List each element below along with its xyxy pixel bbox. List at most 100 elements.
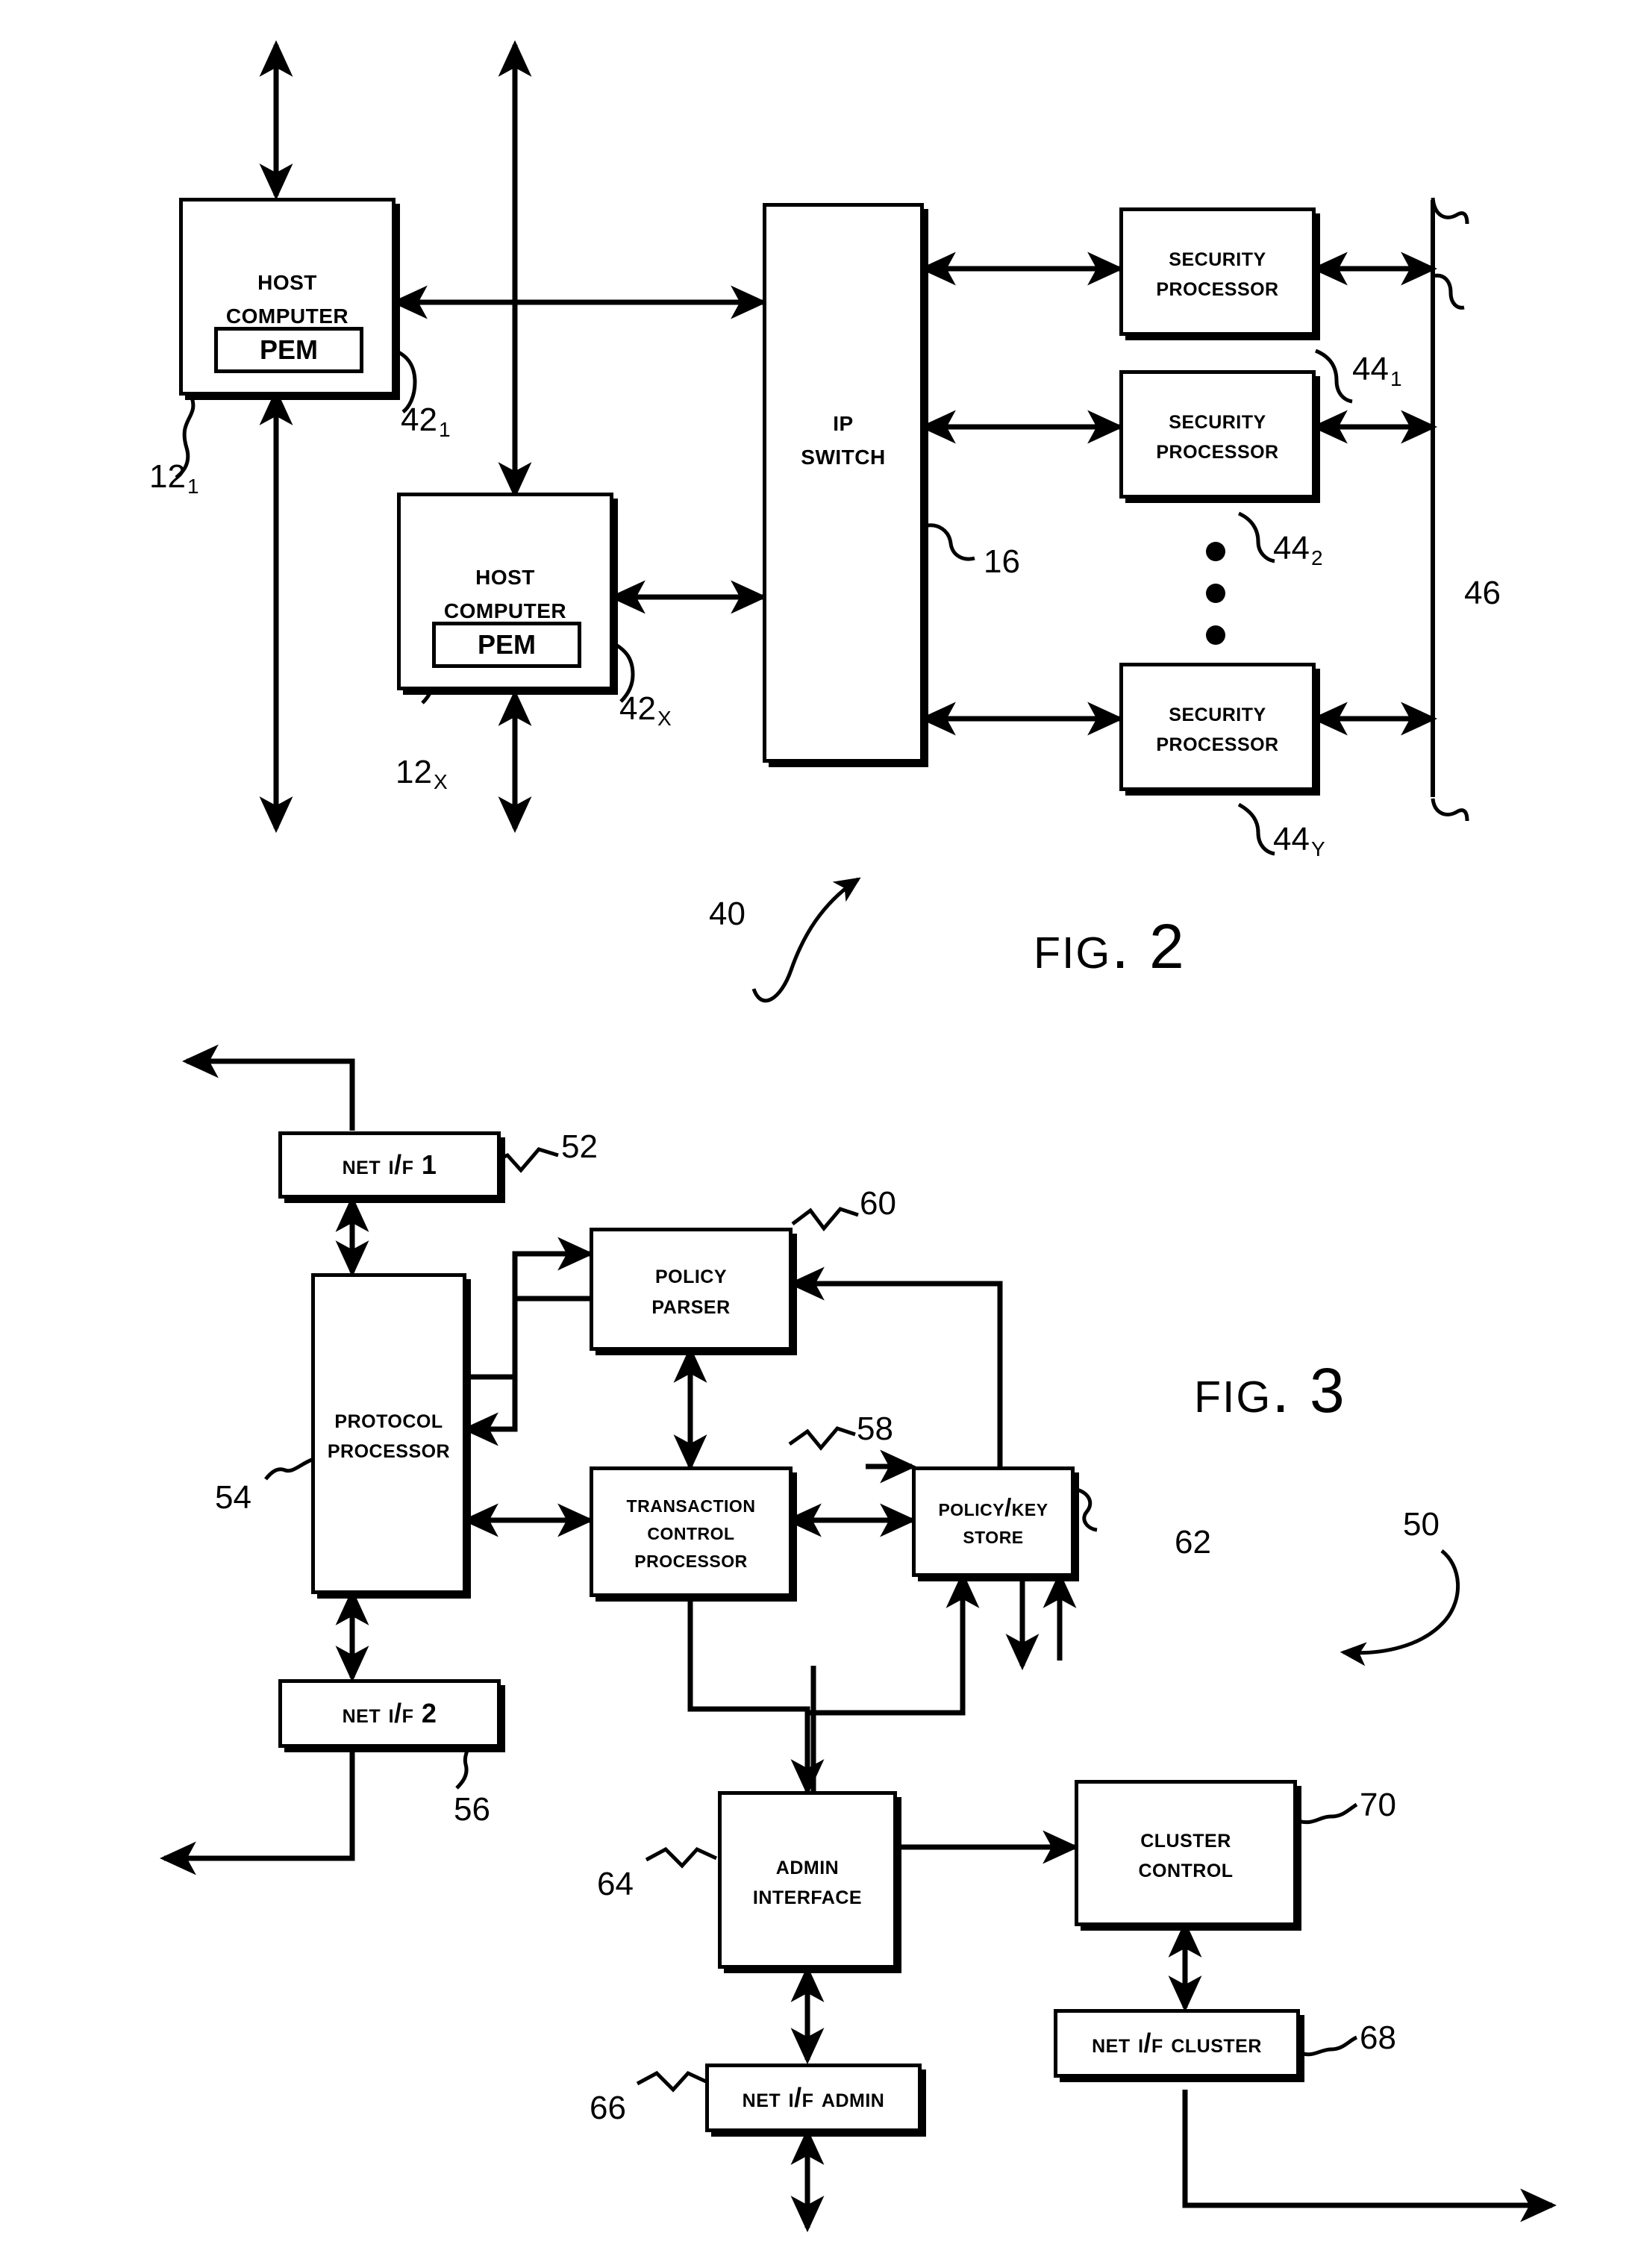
ref-62: 62 bbox=[1175, 1524, 1211, 1561]
sp2-label-line1: Security bbox=[1169, 403, 1266, 434]
sp2-label-line2: Processor bbox=[1156, 434, 1279, 464]
ref-58: 58 bbox=[857, 1411, 893, 1447]
block-security-processor-2[interactable]: Security Processor bbox=[1119, 370, 1316, 499]
leader-44-y bbox=[1237, 802, 1275, 856]
leader-46 bbox=[1432, 273, 1465, 310]
block-pem-2[interactable]: PEM bbox=[432, 622, 581, 668]
block-admin-interface[interactable]: Admin Interface bbox=[718, 1791, 897, 1969]
leader-54 bbox=[264, 1457, 314, 1481]
transaction-label-line2: Control bbox=[647, 1517, 735, 1546]
leader-46-top bbox=[1431, 197, 1469, 225]
leader-44-2 bbox=[1237, 511, 1275, 563]
ref-12-1: 121 bbox=[149, 458, 199, 498]
block-net-if-1[interactable]: Net I/F 1 bbox=[278, 1131, 501, 1199]
policy-parser-label-line2: Parser bbox=[651, 1288, 731, 1319]
arrow-parser-to-protocol bbox=[461, 1296, 590, 1446]
block-protocol-processor[interactable]: Protocol Processor bbox=[311, 1273, 466, 1594]
host2-label-line1: Host bbox=[475, 557, 535, 591]
host2-label-line2: Computer bbox=[443, 591, 567, 625]
ref-46: 46 bbox=[1464, 575, 1501, 611]
ref-50: 50 bbox=[1403, 1506, 1440, 1543]
ref-66: 66 bbox=[590, 2090, 626, 2126]
block-policy-key-store[interactable]: Policy/Key Store bbox=[912, 1466, 1075, 1577]
ip-switch-label-line2: Switch bbox=[801, 437, 886, 471]
ellipsis-dot-3 bbox=[1206, 625, 1225, 645]
netif-cluster-label: Net I/F Cluster bbox=[1092, 2027, 1262, 2058]
block-ip-switch[interactable]: IP Switch bbox=[763, 203, 924, 763]
ref-60: 60 bbox=[860, 1185, 896, 1222]
protocol-label-line1: Protocol bbox=[334, 1402, 443, 1434]
admin-label-line1: Admin bbox=[775, 1849, 840, 1880]
netif2-label: Net I/F 2 bbox=[342, 1697, 437, 1728]
netif1-label: Net I/F 1 bbox=[342, 1149, 437, 1180]
admin-label-line2: Interface bbox=[752, 1879, 863, 1910]
block-net-if-cluster[interactable]: Net I/F Cluster bbox=[1054, 2009, 1300, 2078]
leader-40 bbox=[751, 877, 861, 1003]
leader-58 bbox=[788, 1426, 856, 1451]
block-host-computer-1[interactable]: Host Computer PEM bbox=[179, 198, 396, 396]
host1-label-line2: Computer bbox=[225, 296, 349, 330]
block-cluster-control[interactable]: Cluster Control bbox=[1075, 1780, 1297, 1926]
pem1-label: PEM bbox=[259, 334, 318, 365]
ref-44-y: 44Y bbox=[1273, 821, 1325, 860]
leader-70 bbox=[1298, 1802, 1358, 1825]
block-host-computer-2[interactable]: Host Computer PEM bbox=[397, 493, 613, 690]
sp1-label-line2: Processor bbox=[1156, 271, 1279, 302]
leader-64 bbox=[645, 1846, 718, 1869]
spy-label-line1: Security bbox=[1169, 696, 1266, 727]
policy-key-store-label-line1: Policy/Key bbox=[938, 1493, 1048, 1522]
ref-12-x: 12X bbox=[396, 754, 448, 793]
ref-42-x: 42X bbox=[619, 690, 672, 730]
block-net-if-admin[interactable]: Net I/F Admin bbox=[705, 2064, 922, 2132]
ref-52: 52 bbox=[561, 1128, 598, 1165]
ref-16: 16 bbox=[984, 543, 1020, 580]
leader-60 bbox=[791, 1207, 859, 1232]
sp1-label-line1: Security bbox=[1169, 240, 1266, 272]
ellipsis-dot-2 bbox=[1206, 584, 1225, 603]
patent-drawing-sheet: Host Computer PEM Host Computer PEM IP S… bbox=[0, 0, 1641, 2268]
cluster-label-line2: Control bbox=[1138, 1852, 1234, 1883]
figure-2-caption: Fig. 2 bbox=[1034, 911, 1186, 981]
leader-44-1 bbox=[1314, 349, 1353, 404]
host1-label-line1: Host bbox=[257, 263, 317, 296]
leader-50 bbox=[1340, 1549, 1460, 1666]
block-policy-parser[interactable]: Policy Parser bbox=[590, 1228, 793, 1351]
pem2-label: PEM bbox=[477, 629, 536, 660]
leader-46-bottom bbox=[1431, 798, 1469, 822]
arrow-admin-to-store bbox=[807, 1571, 980, 1716]
arrow-netifcluster-out bbox=[1182, 2090, 1557, 2222]
transaction-label-line3: Processor bbox=[634, 1544, 748, 1572]
arrow-protocol-to-parser bbox=[466, 1237, 595, 1380]
ellipsis-dot-1 bbox=[1206, 542, 1225, 561]
cluster-label-line1: Cluster bbox=[1140, 1822, 1231, 1853]
block-security-processor-1[interactable]: Security Processor bbox=[1119, 207, 1316, 336]
arrow-store-to-parser bbox=[787, 1266, 1003, 1466]
arrow-transaction-to-admin bbox=[687, 1575, 825, 1796]
block-transaction-control-processor[interactable]: Transaction Control Processor bbox=[590, 1466, 793, 1597]
arrow-netif1-out-left bbox=[181, 1044, 355, 1131]
ref-56: 56 bbox=[454, 1791, 490, 1828]
policy-key-store-label-line2: Store bbox=[963, 1521, 1024, 1549]
policy-parser-label-line1: Policy bbox=[654, 1258, 728, 1290]
spy-label-line2: Processor bbox=[1156, 726, 1279, 757]
ref-44-1: 441 bbox=[1352, 351, 1402, 390]
ip-switch-label-line1: IP bbox=[833, 404, 854, 437]
ref-42-1: 421 bbox=[401, 402, 451, 441]
figure-3-caption: Fig. 3 bbox=[1194, 1355, 1346, 1425]
ref-40: 40 bbox=[709, 896, 746, 932]
leader-66 bbox=[636, 2070, 709, 2093]
arrow-netif2-out-left bbox=[159, 1750, 355, 1875]
ref-54: 54 bbox=[215, 1479, 251, 1516]
ref-68: 68 bbox=[1360, 2019, 1396, 2056]
leader-68 bbox=[1298, 2035, 1358, 2057]
netif-admin-label: Net I/F Admin bbox=[742, 2081, 885, 2113]
ref-64: 64 bbox=[597, 1866, 634, 1902]
block-pem-1[interactable]: PEM bbox=[214, 327, 363, 373]
leader-16 bbox=[923, 523, 975, 561]
ref-70: 70 bbox=[1360, 1787, 1396, 1823]
protocol-label-line2: Processor bbox=[327, 1433, 451, 1463]
block-security-processor-y[interactable]: Security Processor bbox=[1119, 663, 1316, 791]
ref-44-2: 442 bbox=[1273, 530, 1323, 569]
transaction-label-line1: Transaction bbox=[626, 1490, 756, 1518]
block-net-if-2[interactable]: Net I/F 2 bbox=[278, 1679, 501, 1748]
